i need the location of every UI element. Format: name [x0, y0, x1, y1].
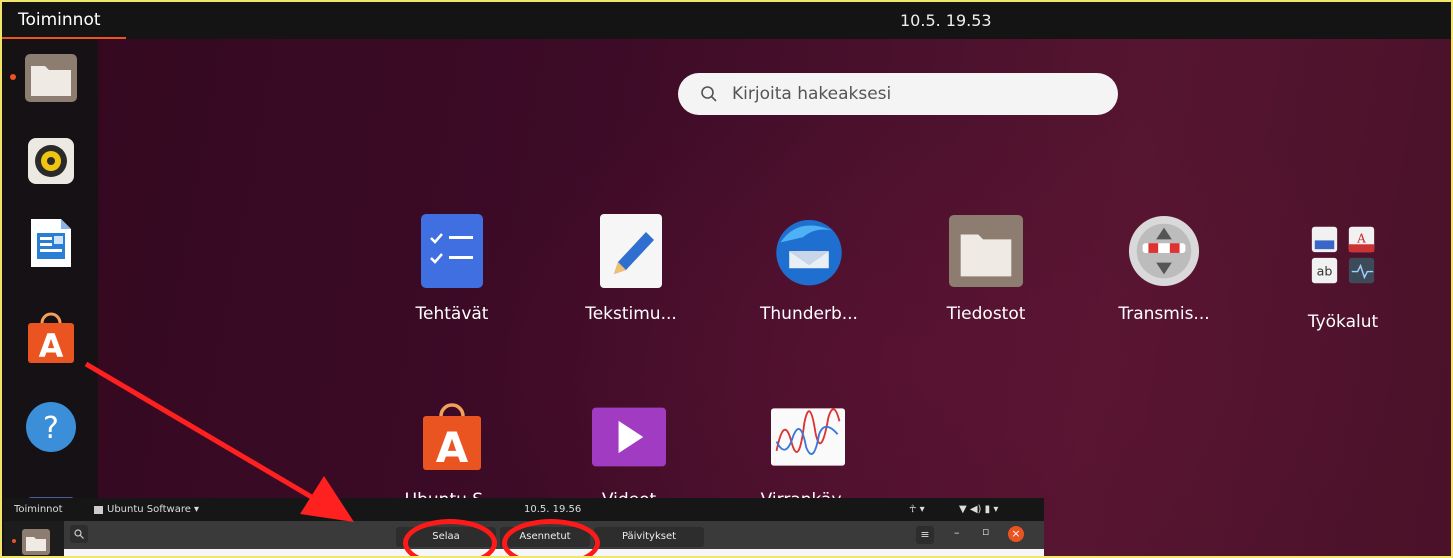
- desktop: Toiminnot 10.5. 19.53 A ? Kirjoita hakea…: [0, 0, 1453, 558]
- annotation-arrow: [84, 361, 354, 522]
